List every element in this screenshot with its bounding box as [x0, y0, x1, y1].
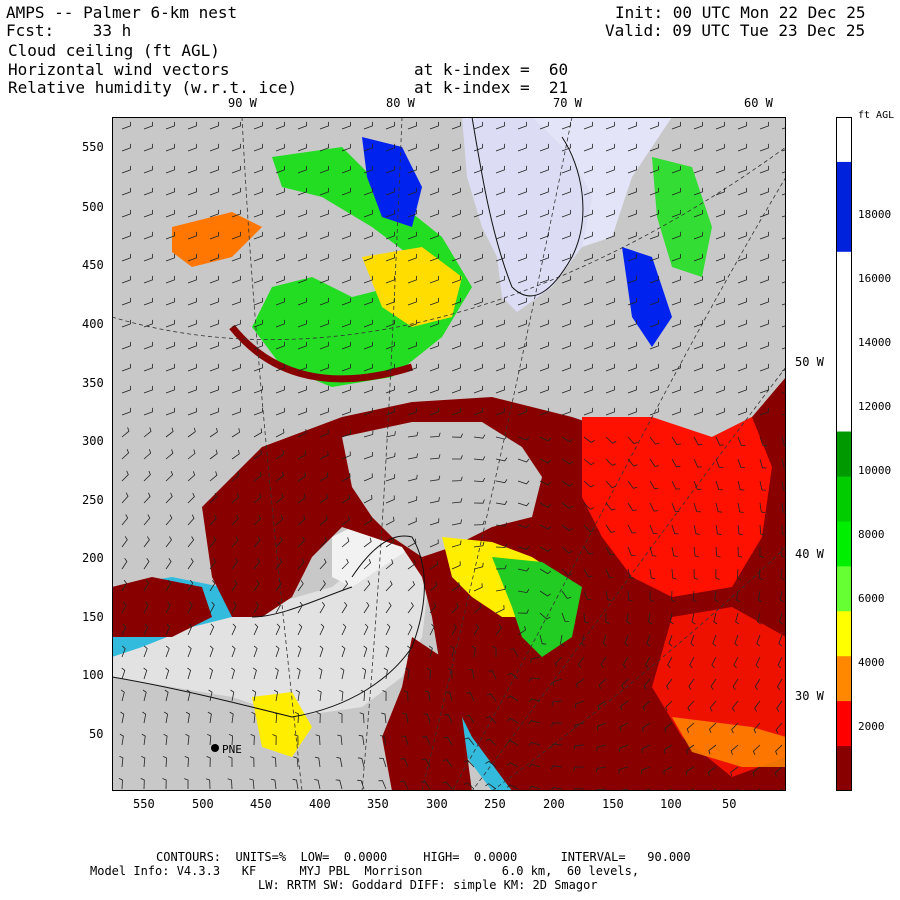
x-tick-label: 450: [250, 797, 272, 811]
x-tick-label: 250: [484, 797, 506, 811]
y-tick-label: 200: [82, 551, 104, 565]
y-tick-label: 100: [82, 668, 104, 682]
lon-label-40w: 40 W: [795, 547, 824, 561]
colorbar-label: 6000: [858, 592, 885, 605]
station-marker: [211, 744, 219, 752]
x-tick-label: 300: [426, 797, 448, 811]
colorbar-segment: [836, 386, 852, 433]
colorbar-label: 8000: [858, 528, 885, 541]
footer-contours: CONTOURS: UNITS=% LOW= 0.0000 HIGH= 0.00…: [156, 850, 691, 864]
x-tick-label: 150: [602, 797, 624, 811]
lon-label-90w: 90 W: [228, 96, 257, 110]
y-tick-label: 450: [82, 258, 104, 272]
y-tick-label: 250: [82, 493, 104, 507]
colorbar-segment: [836, 161, 852, 208]
model-title: AMPS -- Palmer 6-km nest: [6, 3, 238, 22]
lon-label-70w: 70 W: [553, 96, 582, 110]
x-tick-label: 200: [543, 797, 565, 811]
init-time: Init: 00 UTC Mon 22 Dec 25: [615, 3, 866, 22]
colorbar-label: 12000: [858, 400, 892, 413]
x-tick-label: 550: [133, 797, 155, 811]
colorbar-segment: [836, 341, 852, 388]
colorbar-segment: [836, 701, 852, 747]
colorbar-segment: [836, 476, 852, 522]
colorbar-label: 4000: [858, 656, 885, 669]
station-label: PNE: [222, 743, 242, 756]
colorbar-label: 14000: [858, 336, 892, 349]
colorbar-segment: [836, 521, 852, 567]
colorbar-segment: [836, 611, 852, 657]
forecast-hour: Fcst: 33 h: [6, 21, 132, 40]
field-wind-vectors: Horizontal wind vectors: [8, 60, 230, 79]
footer-physics: LW: RRTM SW: Goddard DIFF: simple KM: 2D…: [258, 878, 598, 892]
colorbar-label: 18000: [858, 208, 892, 221]
y-tick-label: 400: [82, 317, 104, 331]
k-index-wind: at k-index = 60: [414, 60, 569, 79]
x-tick-label: 50: [722, 797, 737, 811]
lon-label-60w: 60 W: [744, 96, 773, 110]
lon-label-80w: 80 W: [386, 96, 415, 110]
k-index-rh: at k-index = 21: [414, 78, 569, 97]
lon-label-30w: 30 W: [795, 689, 824, 703]
colorbar-segment: [836, 251, 852, 298]
colorbar-segment: [836, 206, 852, 253]
x-tick-label: 400: [309, 797, 331, 811]
colorbar-segment: [836, 117, 852, 163]
y-tick-label: 300: [82, 434, 104, 448]
x-tick-label: 500: [192, 797, 214, 811]
y-tick-label: 150: [82, 610, 104, 624]
colorbar-label: 10000: [858, 464, 892, 477]
colorbar-segment: [836, 746, 852, 791]
weather-map: PNE: [112, 117, 786, 791]
footer-model-info: Model Info: V4.3.3 KF MYJ PBL Morrison 6…: [90, 864, 640, 878]
colorbar: [836, 117, 852, 791]
colorbar-segment: [836, 566, 852, 612]
colorbar-segment: [836, 431, 852, 477]
x-tick-label: 100: [660, 797, 682, 811]
colorbar-label: 2000: [858, 720, 885, 733]
field-cloud-ceiling: Cloud ceiling (ft AGL): [8, 41, 220, 60]
y-tick-label: 550: [82, 140, 104, 154]
y-tick-label: 50: [89, 727, 104, 741]
colorbar-segment: [836, 296, 852, 343]
valid-time: Valid: 09 UTC Tue 23 Dec 25: [605, 21, 866, 40]
lon-label-50w: 50 W: [795, 355, 824, 369]
y-tick-label: 500: [82, 200, 104, 214]
colorbar-unit: ft AGL: [858, 110, 895, 121]
field-relative-humidity: Relative humidity (w.r.t. ice): [8, 78, 297, 97]
colorbar-segment: [836, 656, 852, 702]
y-tick-label: 350: [82, 376, 104, 390]
colorbar-label: 16000: [858, 272, 892, 285]
x-tick-label: 350: [367, 797, 389, 811]
